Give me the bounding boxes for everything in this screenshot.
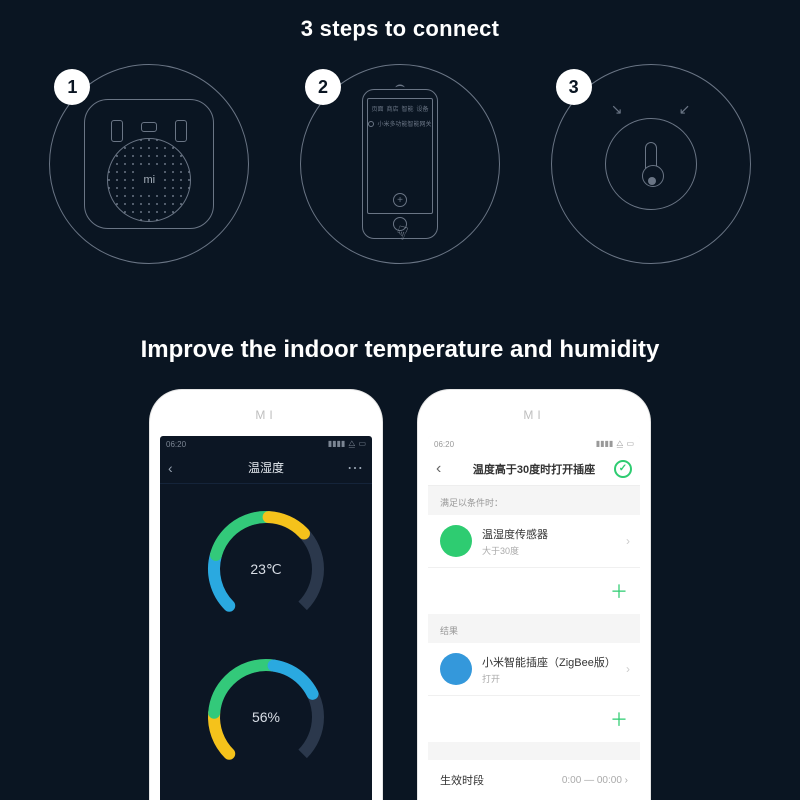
signal-icon: ▮▮▮▮ <box>328 439 346 449</box>
signal-icon: ▮▮▮▮ <box>596 439 614 449</box>
section-if-label: 满足以条件时： <box>428 486 640 515</box>
back-icon[interactable]: ‹ <box>168 460 173 476</box>
wall-plug-icon: mi <box>84 99 214 229</box>
effective-time-row[interactable]: 生效时段 0:00 — 00:00 › <box>428 760 640 800</box>
humidity-value: 56% <box>201 652 331 782</box>
steps-row: 1 mi 2 ⌢ 页面 商店 智能 设备 小米多功能智能网关 + <box>0 64 800 264</box>
condition-card[interactable]: 温湿度传感器 大于30度 › <box>428 515 640 567</box>
phones-row: MI 06:20 ▮▮▮▮ ⧋ ▭ ‹ 温湿度 ⋯ <box>0 390 800 800</box>
condition-sub: 大于30度 <box>482 544 548 557</box>
battery-icon: ▭ <box>626 439 634 449</box>
step-badge-2: 2 <box>305 69 341 105</box>
app-header: ‹ 温度高于30度时打开插座 ✓ <box>428 452 640 486</box>
plus-icon: ＋ <box>610 578 628 604</box>
wifi-status-icon: ⧋ <box>348 439 355 449</box>
more-icon[interactable]: ⋯ <box>347 458 364 478</box>
step-1-plug-gateway: 1 mi <box>49 64 249 264</box>
temperature-gauge: 23℃ <box>201 504 331 634</box>
confirm-icon[interactable]: ✓ <box>614 460 632 478</box>
battery-icon: ▭ <box>358 439 366 449</box>
chevron-right-icon: › <box>626 662 630 676</box>
action-title: 小米智能插座（ZigBee版） <box>482 654 616 670</box>
temperature-value: 23℃ <box>201 504 331 634</box>
app-temperature-humidity: 06:20 ▮▮▮▮ ⧋ ▭ ‹ 温湿度 ⋯ <box>160 436 372 800</box>
heading-improve: Improve the indoor temperature and humid… <box>0 336 800 364</box>
thermometer-icon <box>645 142 657 186</box>
gateway-speaker-icon: mi <box>107 138 191 222</box>
action-card[interactable]: 小米智能插座（ZigBee版） 打开 › <box>428 643 640 695</box>
device-line: 小米多功能智能网关 <box>368 119 431 128</box>
header-title: 温度高于30度时打开插座 <box>428 461 640 477</box>
header-title: 温湿度 <box>248 459 284 476</box>
step-3-press-sensor: 3 ↘↙ <box>551 64 751 264</box>
section-then-label: 结果 <box>428 614 640 643</box>
phone-outline-icon: 页面 商店 智能 设备 小米多功能智能网关 + ☟ <box>362 89 438 239</box>
chevron-right-icon: › <box>626 534 630 548</box>
condition-title: 温湿度传感器 <box>482 526 548 542</box>
phone-left: MI 06:20 ▮▮▮▮ ⧋ ▭ ‹ 温湿度 ⋯ <box>150 390 382 800</box>
sensor-avatar-icon <box>440 525 472 557</box>
sensor-icon <box>605 118 697 210</box>
phone-right: MI 06:20 ▮▮▮▮ ⧋ ▭ ‹ 温度高于30度时打开插座 ✓ 满足以条件… <box>418 390 650 800</box>
add-device-icon: + <box>393 193 407 207</box>
time-label: 生效时段 <box>440 772 484 788</box>
humidity-gauge: 56% <box>201 652 331 782</box>
time-value: 0:00 — 00:00 › <box>562 775 628 786</box>
action-sub: 打开 <box>482 672 616 685</box>
add-condition[interactable]: ＋ <box>428 567 640 614</box>
status-time: 06:20 <box>434 440 454 449</box>
phone-brand: MI <box>150 408 382 422</box>
step-2-app-pair: 2 ⌢ 页面 商店 智能 设备 小米多功能智能网关 + ☟ <box>300 64 500 264</box>
app-automation-rule: 06:20 ▮▮▮▮ ⧋ ▭ ‹ 温度高于30度时打开插座 ✓ 满足以条件时： <box>428 436 640 800</box>
mi-logo-icon: mi <box>136 167 162 193</box>
wifi-status-icon: ⧋ <box>616 439 623 449</box>
step-badge-1: 1 <box>54 69 90 105</box>
app-tabs: 页面 商店 智能 设备 <box>368 104 432 113</box>
add-action[interactable]: ＋ <box>428 695 640 742</box>
plug-avatar-icon <box>440 653 472 685</box>
press-arrows-icon: ↘↙ <box>611 101 690 118</box>
status-bar: 06:20 ▮▮▮▮ ⧋ ▭ <box>428 436 640 452</box>
heading-steps: 3 steps to connect <box>0 16 800 42</box>
plus-icon: ＋ <box>610 706 628 732</box>
phone-brand: MI <box>418 408 650 422</box>
step-badge-3: 3 <box>556 69 592 105</box>
status-time: 06:20 <box>166 440 186 449</box>
status-bar: 06:20 ▮▮▮▮ ⧋ ▭ <box>160 436 372 452</box>
